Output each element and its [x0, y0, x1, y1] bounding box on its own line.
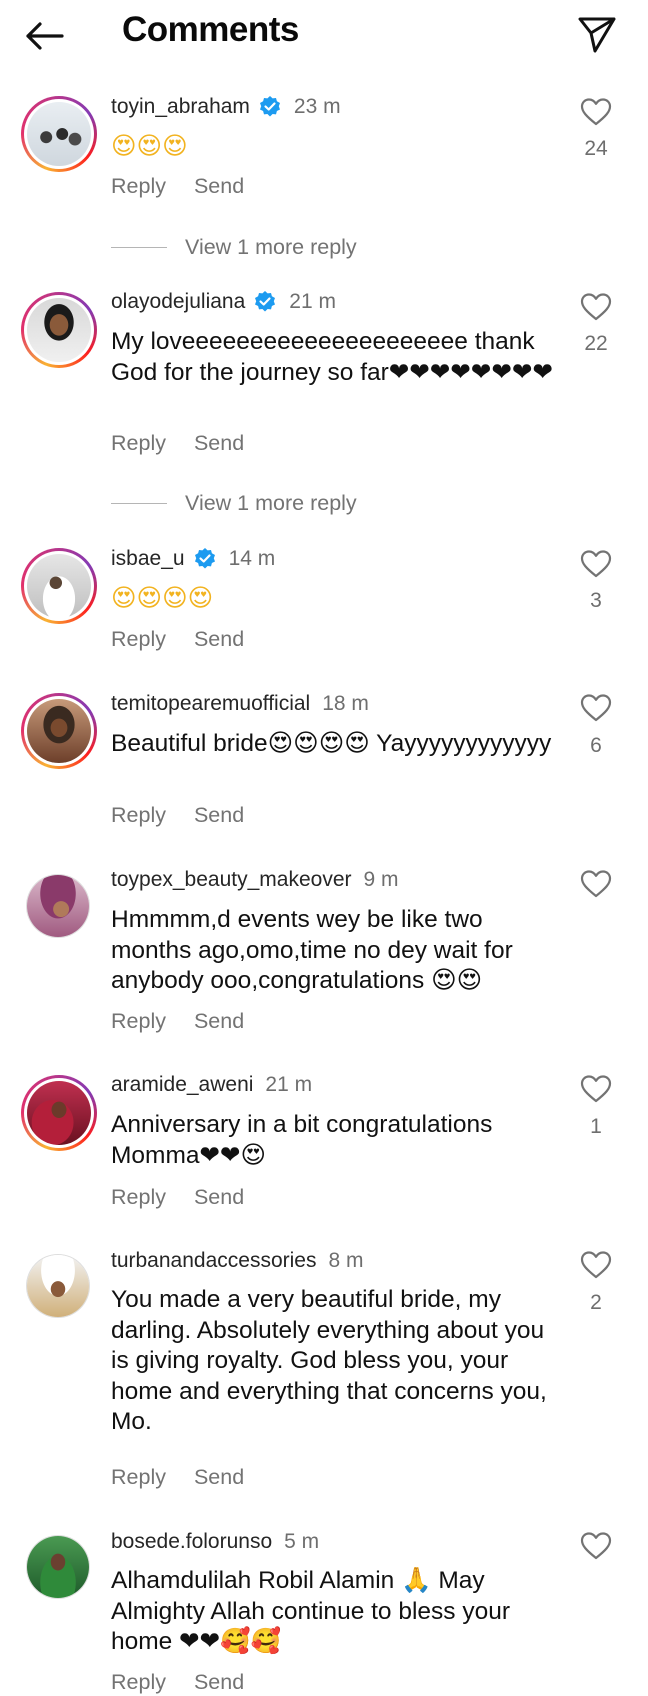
comment-text: My loveeeeeeeeeeeeeeeeeeeee thank God fo… [111, 328, 554, 386]
reply-button[interactable]: Reply [111, 803, 166, 828]
send-button[interactable]: Send [194, 1465, 244, 1490]
like-count: 2 [590, 1291, 602, 1314]
heart-outline-icon[interactable] [580, 97, 612, 127]
send-button[interactable]: Send [194, 1185, 244, 1210]
send-button[interactable]: Send [194, 174, 244, 199]
heart-outline-icon[interactable] [580, 549, 612, 579]
comment-text: 😍😍😍 [111, 131, 188, 160]
reply-button[interactable]: Reply [111, 431, 166, 456]
comment-time: 21 m [265, 1073, 313, 1096]
avatar[interactable] [21, 1075, 97, 1151]
reply-button[interactable]: Reply [111, 1670, 166, 1695]
avatar[interactable] [26, 1254, 90, 1318]
like-count: 22 [584, 332, 608, 355]
comment-text: Alhamdulilah Robil Alamin 🙏 May Almighty… [111, 1567, 511, 1655]
heart-outline-icon[interactable] [580, 292, 612, 322]
avatar[interactable] [21, 292, 97, 368]
comment-time: 14 m [228, 547, 276, 570]
comment-time: 9 m [363, 868, 399, 891]
reply-button[interactable]: Reply [111, 1465, 166, 1490]
share-button[interactable] [574, 12, 620, 58]
arrow-left-icon [26, 22, 64, 50]
comment-time: 5 m [284, 1530, 320, 1553]
send-button[interactable]: Send [194, 431, 244, 456]
heart-outline-icon[interactable] [580, 1074, 612, 1104]
like-count: 6 [590, 734, 602, 757]
comment-username[interactable]: bosede.folorunso [111, 1530, 272, 1554]
avatar[interactable] [26, 874, 90, 938]
comment-time: 21 m [289, 290, 336, 313]
send-button[interactable]: Send [194, 803, 244, 828]
comment-time: 23 m [293, 95, 341, 118]
comment-username[interactable]: temitopearemuofficial [111, 692, 310, 716]
verified-badge-icon [194, 548, 215, 569]
like-count: 3 [590, 589, 602, 612]
comment-text: Hmmmm,d events wey be like two months ag… [111, 906, 513, 994]
send-button[interactable]: Send [194, 1670, 244, 1695]
like-count: 24 [584, 137, 608, 160]
comment-username[interactable]: aramide_aweni [111, 1073, 253, 1097]
heart-outline-icon[interactable] [580, 869, 612, 899]
send-button[interactable]: Send [194, 627, 244, 652]
like-count: 1 [590, 1115, 602, 1138]
back-button[interactable] [22, 14, 66, 58]
top-bar: Comments [0, 0, 648, 70]
comment-text: Anniversary in a bit congratulations Mom… [111, 1111, 493, 1169]
view-more-replies[interactable]: View 1 more reply [111, 491, 357, 516]
comment-time: 18 m [322, 692, 369, 715]
comment-username[interactable]: turbanandaccessories [111, 1249, 316, 1273]
comment-text: Beautiful bride😍😍😍😍 Yayyyyyyyyyyyy [111, 730, 552, 757]
comment-text: You made a very beautiful bride, my darl… [111, 1286, 547, 1435]
avatar[interactable] [21, 548, 97, 624]
heart-outline-icon[interactable] [580, 1531, 612, 1561]
page-title: Comments [122, 10, 299, 49]
comment-username[interactable]: olayodejuliana [111, 290, 245, 314]
reply-button[interactable]: Reply [111, 627, 166, 652]
comment-username[interactable]: toyin_abraham [111, 95, 250, 119]
comment-username[interactable]: isbae_u [111, 547, 185, 571]
avatar[interactable] [21, 693, 97, 769]
comment-time: 8 m [328, 1249, 364, 1272]
view-more-replies[interactable]: View 1 more reply [111, 235, 357, 260]
avatar[interactable] [26, 1535, 90, 1599]
heart-outline-icon[interactable] [580, 693, 612, 723]
comment-username[interactable]: toypex_beauty_makeover [111, 868, 352, 892]
heart-outline-icon[interactable] [580, 1250, 612, 1280]
comment-text: 😍😍😍😍 [111, 583, 214, 612]
reply-button[interactable]: Reply [111, 1185, 166, 1210]
paper-plane-icon [578, 17, 616, 53]
reply-button[interactable]: Reply [111, 174, 166, 199]
send-button[interactable]: Send [194, 1009, 244, 1034]
avatar[interactable] [21, 96, 97, 172]
reply-button[interactable]: Reply [111, 1009, 166, 1034]
verified-badge-icon [259, 96, 280, 117]
verified-badge-icon [255, 291, 276, 312]
